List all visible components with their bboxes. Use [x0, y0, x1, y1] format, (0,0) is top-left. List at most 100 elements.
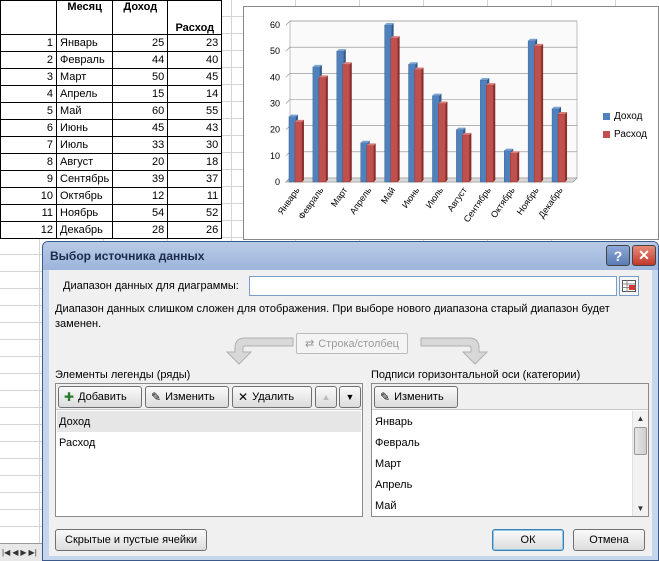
- category-list-item[interactable]: Апрель: [373, 474, 631, 495]
- income-cell[interactable]: 25: [112, 34, 169, 52]
- month-cell[interactable]: Сентябрь: [55, 170, 114, 188]
- month-cell[interactable]: Декабрь: [55, 221, 114, 239]
- month-cell[interactable]: Ноябрь: [55, 204, 114, 222]
- header-month[interactable]: Месяц: [55, 0, 114, 35]
- income-cell[interactable]: 33: [112, 136, 169, 154]
- month-cell[interactable]: Июнь: [55, 119, 114, 137]
- delete-series-button[interactable]: ✕ Удалить: [232, 386, 312, 408]
- row-number[interactable]: 9: [0, 170, 57, 188]
- expense-cell[interactable]: 43: [167, 119, 223, 137]
- expense-cell[interactable]: 37: [167, 170, 223, 188]
- bar-expense: [318, 77, 327, 183]
- row-number[interactable]: 5: [0, 102, 57, 120]
- expense-cell[interactable]: 55: [167, 102, 223, 120]
- row-number[interactable]: 11: [0, 204, 57, 222]
- table-row: 4 Апрель 15 14: [0, 85, 223, 103]
- row-number[interactable]: 3: [0, 68, 57, 86]
- chart[interactable]: 0 10 20 30 40 50 60 Январь Февраль Март Апрель Май И…: [243, 6, 659, 240]
- close-button[interactable]: ✕: [632, 245, 656, 266]
- bar-side: [301, 119, 304, 182]
- expense-cell[interactable]: 26: [167, 221, 223, 239]
- next-sheet-icon[interactable]: ▶: [20, 548, 26, 557]
- month-cell[interactable]: Август: [55, 153, 114, 171]
- category-list-item[interactable]: Январь: [373, 411, 631, 432]
- axis-panel-label: Подписи горизонтальной оси (категории): [371, 369, 581, 381]
- income-cell[interactable]: 50: [112, 68, 169, 86]
- header-income[interactable]: Доход: [112, 0, 169, 35]
- income-cell[interactable]: 39: [112, 170, 169, 188]
- row-number[interactable]: 8: [0, 153, 57, 171]
- add-series-button[interactable]: ✚ Добавить: [58, 386, 142, 408]
- move-up-button[interactable]: ▲: [315, 386, 337, 408]
- month-cell[interactable]: Февраль: [55, 51, 114, 69]
- cell-blank[interactable]: [0, 0, 57, 35]
- series-list-item[interactable]: Расход: [57, 432, 361, 453]
- scroll-thumb[interactable]: [634, 427, 647, 455]
- expense-cell[interactable]: 14: [167, 85, 223, 103]
- income-cell[interactable]: 44: [112, 51, 169, 69]
- bar-side: [373, 143, 376, 182]
- month-cell[interactable]: Октябрь: [55, 187, 114, 205]
- row-number[interactable]: 2: [0, 51, 57, 69]
- income-cell[interactable]: 20: [112, 153, 169, 171]
- last-sheet-icon[interactable]: ▶|: [29, 548, 37, 557]
- move-down-button[interactable]: ▼: [339, 386, 361, 408]
- category-list-item[interactable]: Февраль: [373, 432, 631, 453]
- month-cell[interactable]: Март: [55, 68, 114, 86]
- header-expense[interactable]: Расход: [167, 0, 223, 35]
- axis-scrollbar[interactable]: ▲ ▼: [632, 411, 648, 516]
- month-cell[interactable]: Январь: [55, 34, 114, 52]
- month-cell[interactable]: Май: [55, 102, 114, 120]
- category-list-item[interactable]: Май: [373, 495, 631, 516]
- help-button[interactable]: ?: [606, 245, 630, 266]
- cancel-button[interactable]: Отмена: [573, 529, 645, 551]
- scroll-down-icon[interactable]: ▼: [633, 501, 648, 516]
- hidden-empty-cells-button[interactable]: Скрытые и пустые ячейки: [55, 529, 207, 551]
- expense-cell[interactable]: 52: [167, 204, 223, 222]
- row-number[interactable]: 12: [0, 221, 57, 239]
- x-tick-label: Май: [379, 185, 397, 205]
- scroll-up-icon[interactable]: ▲: [633, 411, 648, 426]
- series-list-item[interactable]: Доход: [57, 411, 361, 432]
- month-cell[interactable]: Апрель: [55, 85, 114, 103]
- range-input[interactable]: [249, 276, 617, 296]
- bar-side: [565, 111, 568, 182]
- row-number[interactable]: 10: [0, 187, 57, 205]
- range-label: Диапазон данных для диаграммы:: [63, 280, 239, 292]
- row-number[interactable]: 6: [0, 119, 57, 137]
- edit-axis-button[interactable]: ✎ Изменить: [374, 386, 458, 408]
- delete-icon: ✕: [238, 390, 249, 404]
- row-number[interactable]: 1: [0, 34, 57, 52]
- income-cell[interactable]: 60: [112, 102, 169, 120]
- legend-entries-panel: ✚ Добавить ✎ Изменить ✕ Удалить ▲ ▼ Дохо…: [55, 383, 363, 517]
- ok-button[interactable]: ОК: [492, 529, 564, 551]
- switch-row-column-button[interactable]: ⇄ Строка/столбец: [296, 333, 408, 354]
- table-row: 2 Февраль 44 40: [0, 51, 223, 69]
- expense-cell[interactable]: 11: [167, 187, 223, 205]
- category-list-item[interactable]: Март: [373, 453, 631, 474]
- expense-cell[interactable]: 23: [167, 34, 223, 52]
- dialog-titlebar[interactable]: Выбор источника данных ? ✕: [43, 242, 658, 270]
- legend-item-expense: Расход: [603, 125, 647, 143]
- income-cell[interactable]: 15: [112, 85, 169, 103]
- bar-expense: [438, 103, 446, 183]
- income-cell[interactable]: 28: [112, 221, 169, 239]
- expense-cell[interactable]: 40: [167, 51, 223, 69]
- prev-sheet-icon[interactable]: ◀: [12, 548, 18, 557]
- expense-cell[interactable]: 18: [167, 153, 223, 171]
- row-number[interactable]: 7: [0, 136, 57, 154]
- row-number[interactable]: 4: [0, 85, 57, 103]
- chevron-down-icon: ▼: [345, 392, 355, 402]
- first-sheet-icon[interactable]: |◀: [2, 548, 10, 557]
- income-cell[interactable]: 12: [112, 187, 169, 205]
- income-cell[interactable]: 45: [112, 119, 169, 137]
- expense-cell[interactable]: 30: [167, 136, 223, 154]
- expense-cell[interactable]: 45: [167, 68, 223, 86]
- range-select-button[interactable]: [619, 276, 639, 296]
- legend-label: Расход: [614, 128, 647, 140]
- edit-series-button[interactable]: ✎ Изменить: [145, 386, 229, 408]
- month-cell[interactable]: Июль: [55, 136, 114, 154]
- bar-side: [325, 75, 328, 182]
- income-cell[interactable]: 54: [112, 204, 169, 222]
- bar-side: [469, 132, 472, 182]
